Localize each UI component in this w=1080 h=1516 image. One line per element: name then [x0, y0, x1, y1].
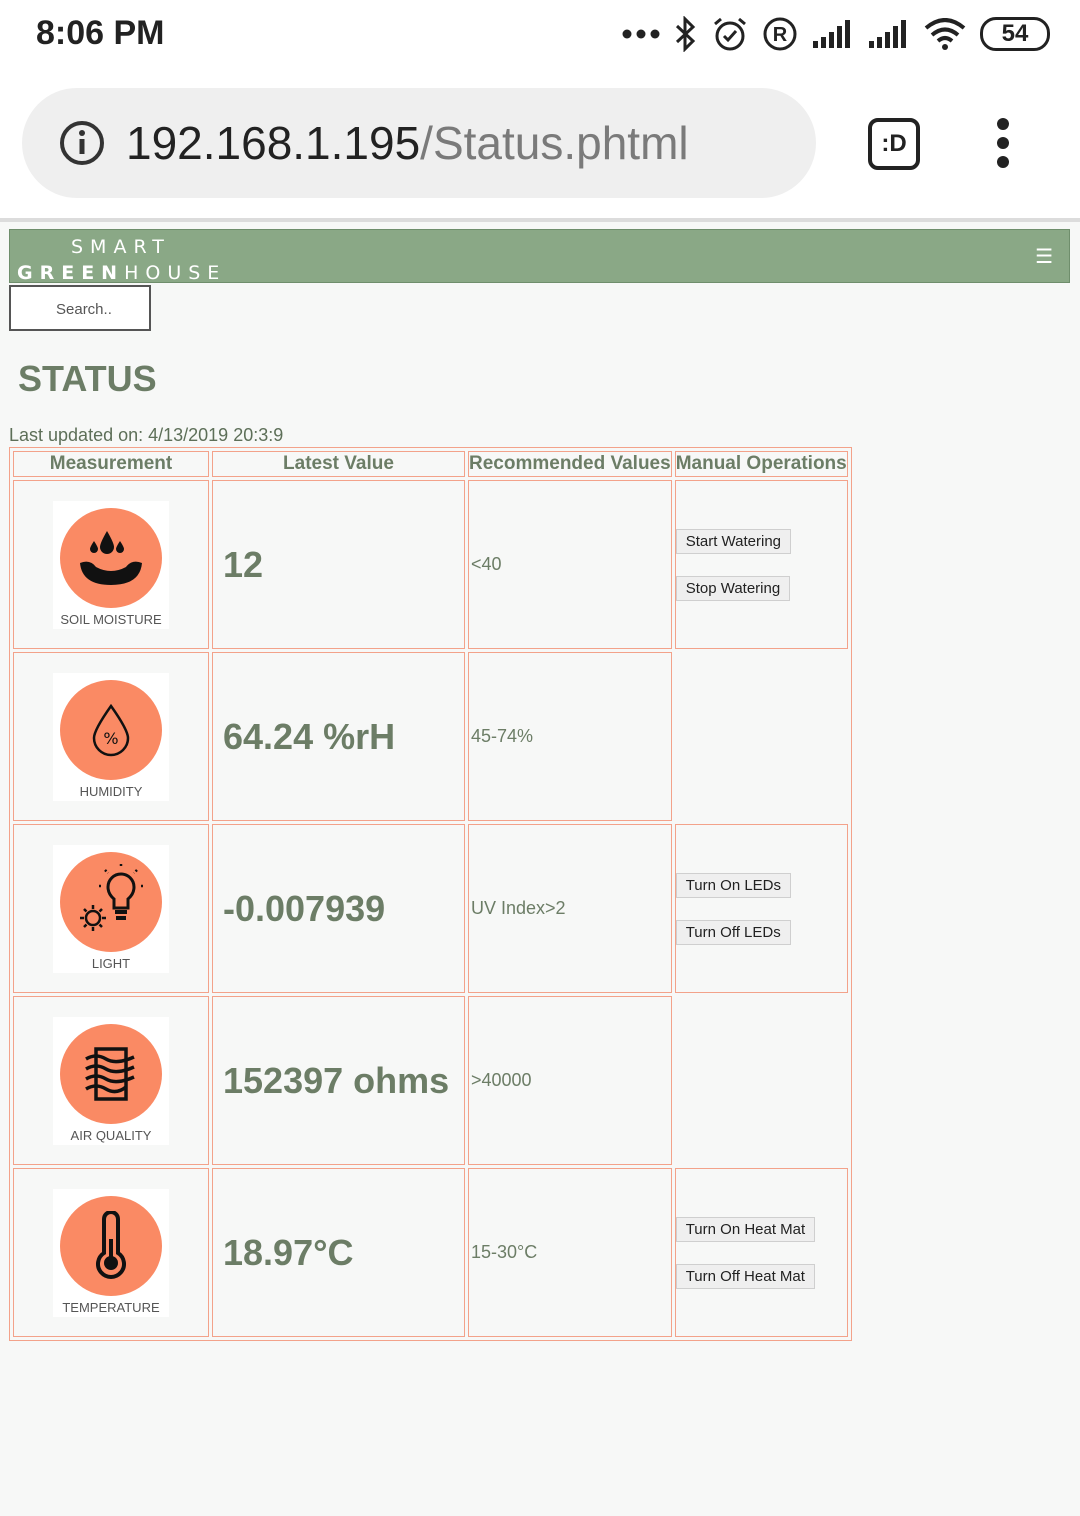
recommended-cell: <40: [468, 480, 672, 649]
recommended-value: 15-30°C: [471, 1242, 538, 1262]
stop-watering-button[interactable]: Stop Watering: [675, 575, 791, 601]
operations-cell: [675, 652, 848, 821]
turn-off-leds-button[interactable]: Turn Off LEDs: [675, 919, 791, 945]
more-dots-icon: [622, 29, 660, 39]
humidity-icon: %: [92, 703, 130, 756]
logo-line-2b: HOUSE: [124, 262, 227, 284]
latest-value-cell: 18.97°C: [212, 1168, 465, 1337]
hamburger-menu-icon[interactable]: ☰: [1035, 244, 1053, 269]
latest-value-cell: 64.24 %rH: [212, 652, 465, 821]
start-watering-button[interactable]: Start Watering: [675, 528, 792, 554]
battery-indicator: 54: [980, 17, 1050, 51]
measurement-cell: AIR QUALITY: [13, 996, 209, 1165]
measurement-cell: SOIL MOISTURE: [13, 480, 209, 649]
latest-value: -0.007939: [223, 887, 386, 929]
toolbar-divider: [0, 218, 1080, 222]
clock: 8:06 PM: [36, 14, 165, 52]
recommended-value: 45-74%: [471, 726, 534, 746]
tab-switcher-button[interactable]: :D: [868, 118, 920, 170]
recommended-value: >40000: [471, 1070, 532, 1090]
browser-menu-icon[interactable]: [990, 118, 1016, 168]
turn-off-heat-mat-button[interactable]: Turn Off Heat Mat: [675, 1263, 815, 1289]
table-row: SOIL MOISTURE 12 <40 Start Watering Stop…: [13, 480, 848, 649]
latest-value-cell: 152397 ohms: [212, 996, 465, 1165]
svg-text:R: R: [773, 24, 788, 46]
recommended-cell: UV Index>2: [468, 824, 672, 993]
measurement-label: LIGHT: [91, 955, 131, 971]
info-icon[interactable]: [58, 119, 106, 167]
humidity-card: % HUMIDITY: [53, 672, 169, 801]
logo-line-1: SMART: [71, 236, 171, 258]
operations-cell: [675, 996, 848, 1165]
recommended-cell: 45-74%: [468, 652, 672, 821]
status-table: Measurement Latest Value Recommended Val…: [9, 447, 852, 1341]
recommended-value: UV Index>2: [471, 898, 566, 918]
latest-value-cell: -0.007939: [212, 824, 465, 993]
air-quality-card: AIR QUALITY: [53, 1016, 169, 1145]
registered-icon: R: [763, 17, 797, 51]
table-row: % HUMIDITY 64.24 %rH 45-74%: [13, 652, 848, 821]
measurement-cell: TEMPERATURE: [13, 1168, 209, 1337]
svg-text:%: %: [103, 729, 118, 748]
bluetooth-icon: [675, 16, 696, 52]
latest-value: 64.24 %rH: [223, 715, 396, 757]
header-latest-value: Latest Value: [212, 451, 465, 477]
table-row: TEMPERATURE 18.97°C 15-30°C Turn On Heat…: [13, 1168, 848, 1337]
search-input[interactable]: Search..: [9, 285, 151, 331]
temperature-card: TEMPERATURE: [53, 1188, 169, 1317]
header-recommended-values: Recommended Values: [468, 451, 672, 477]
operations-cell: Start Watering Stop Watering: [674, 480, 848, 649]
recommended-cell: >40000: [468, 996, 672, 1165]
address-bar[interactable]: 192.168.1.195/Status.phtml: [22, 88, 816, 198]
url-path: /Status.phtml: [420, 117, 689, 169]
signal-icon: [869, 20, 906, 48]
status-bar: 8:06 PM R 54: [0, 0, 1080, 70]
operations-cell: Turn On Heat Mat Turn Off Heat Mat: [674, 1168, 848, 1337]
wifi-icon: [924, 18, 966, 50]
site-header: SMART GREENHOUSE ☰: [9, 229, 1070, 286]
url-host: 192.168.1.195: [126, 117, 421, 169]
turn-on-heat-mat-button[interactable]: Turn On Heat Mat: [675, 1216, 816, 1242]
light-card: LIGHT: [53, 844, 169, 973]
recommended-value: <40: [471, 554, 502, 574]
turn-on-leds-button[interactable]: Turn On LEDs: [675, 872, 792, 898]
last-updated-text: Last updated on: 4/13/2019 20:3:9: [9, 425, 284, 445]
site-logo[interactable]: SMART GREENHOUSE: [17, 234, 226, 286]
measurement-label: SOIL MOISTURE: [60, 611, 162, 627]
measurement-label: AIR QUALITY: [70, 1127, 152, 1143]
url-text[interactable]: 192.168.1.195/Status.phtml: [126, 116, 689, 170]
latest-value-cell: 12: [212, 480, 465, 649]
table-row: LIGHT -0.007939 UV Index>2 Turn On LEDs …: [13, 824, 848, 993]
light-bulb-icon: [80, 863, 143, 931]
latest-value: 18.97°C: [223, 1231, 354, 1273]
recommended-cell: 15-30°C: [468, 1168, 672, 1337]
table-row: AIR QUALITY 152397 ohms >40000: [13, 996, 848, 1165]
measurement-cell: % HUMIDITY: [13, 652, 209, 821]
soil-moisture-card: SOIL MOISTURE: [53, 500, 169, 629]
table-header-row: Measurement Latest Value Recommended Val…: [13, 451, 848, 477]
status-icons: R 54: [622, 12, 1050, 56]
soil-moisture-icon: [80, 530, 142, 585]
browser-toolbar: 192.168.1.195/Status.phtml :D: [0, 70, 1080, 218]
logo-line-2a: GREEN: [17, 262, 125, 284]
thermometer-icon: [96, 1210, 126, 1279]
header-measurement: Measurement: [13, 451, 209, 477]
page-title: STATUS: [18, 358, 157, 399]
measurement-label: HUMIDITY: [79, 783, 143, 799]
air-quality-icon: [85, 1046, 135, 1101]
header-manual-operations: Manual Operations: [674, 451, 848, 477]
latest-value: 152397 ohms: [223, 1059, 450, 1101]
latest-value: 12: [223, 543, 264, 585]
signal-icon: [813, 20, 850, 48]
measurement-label: TEMPERATURE: [62, 1299, 160, 1315]
measurement-cell: LIGHT: [13, 824, 209, 993]
operations-cell: Turn On LEDs Turn Off LEDs: [674, 824, 848, 993]
alarm-icon: [714, 17, 746, 51]
